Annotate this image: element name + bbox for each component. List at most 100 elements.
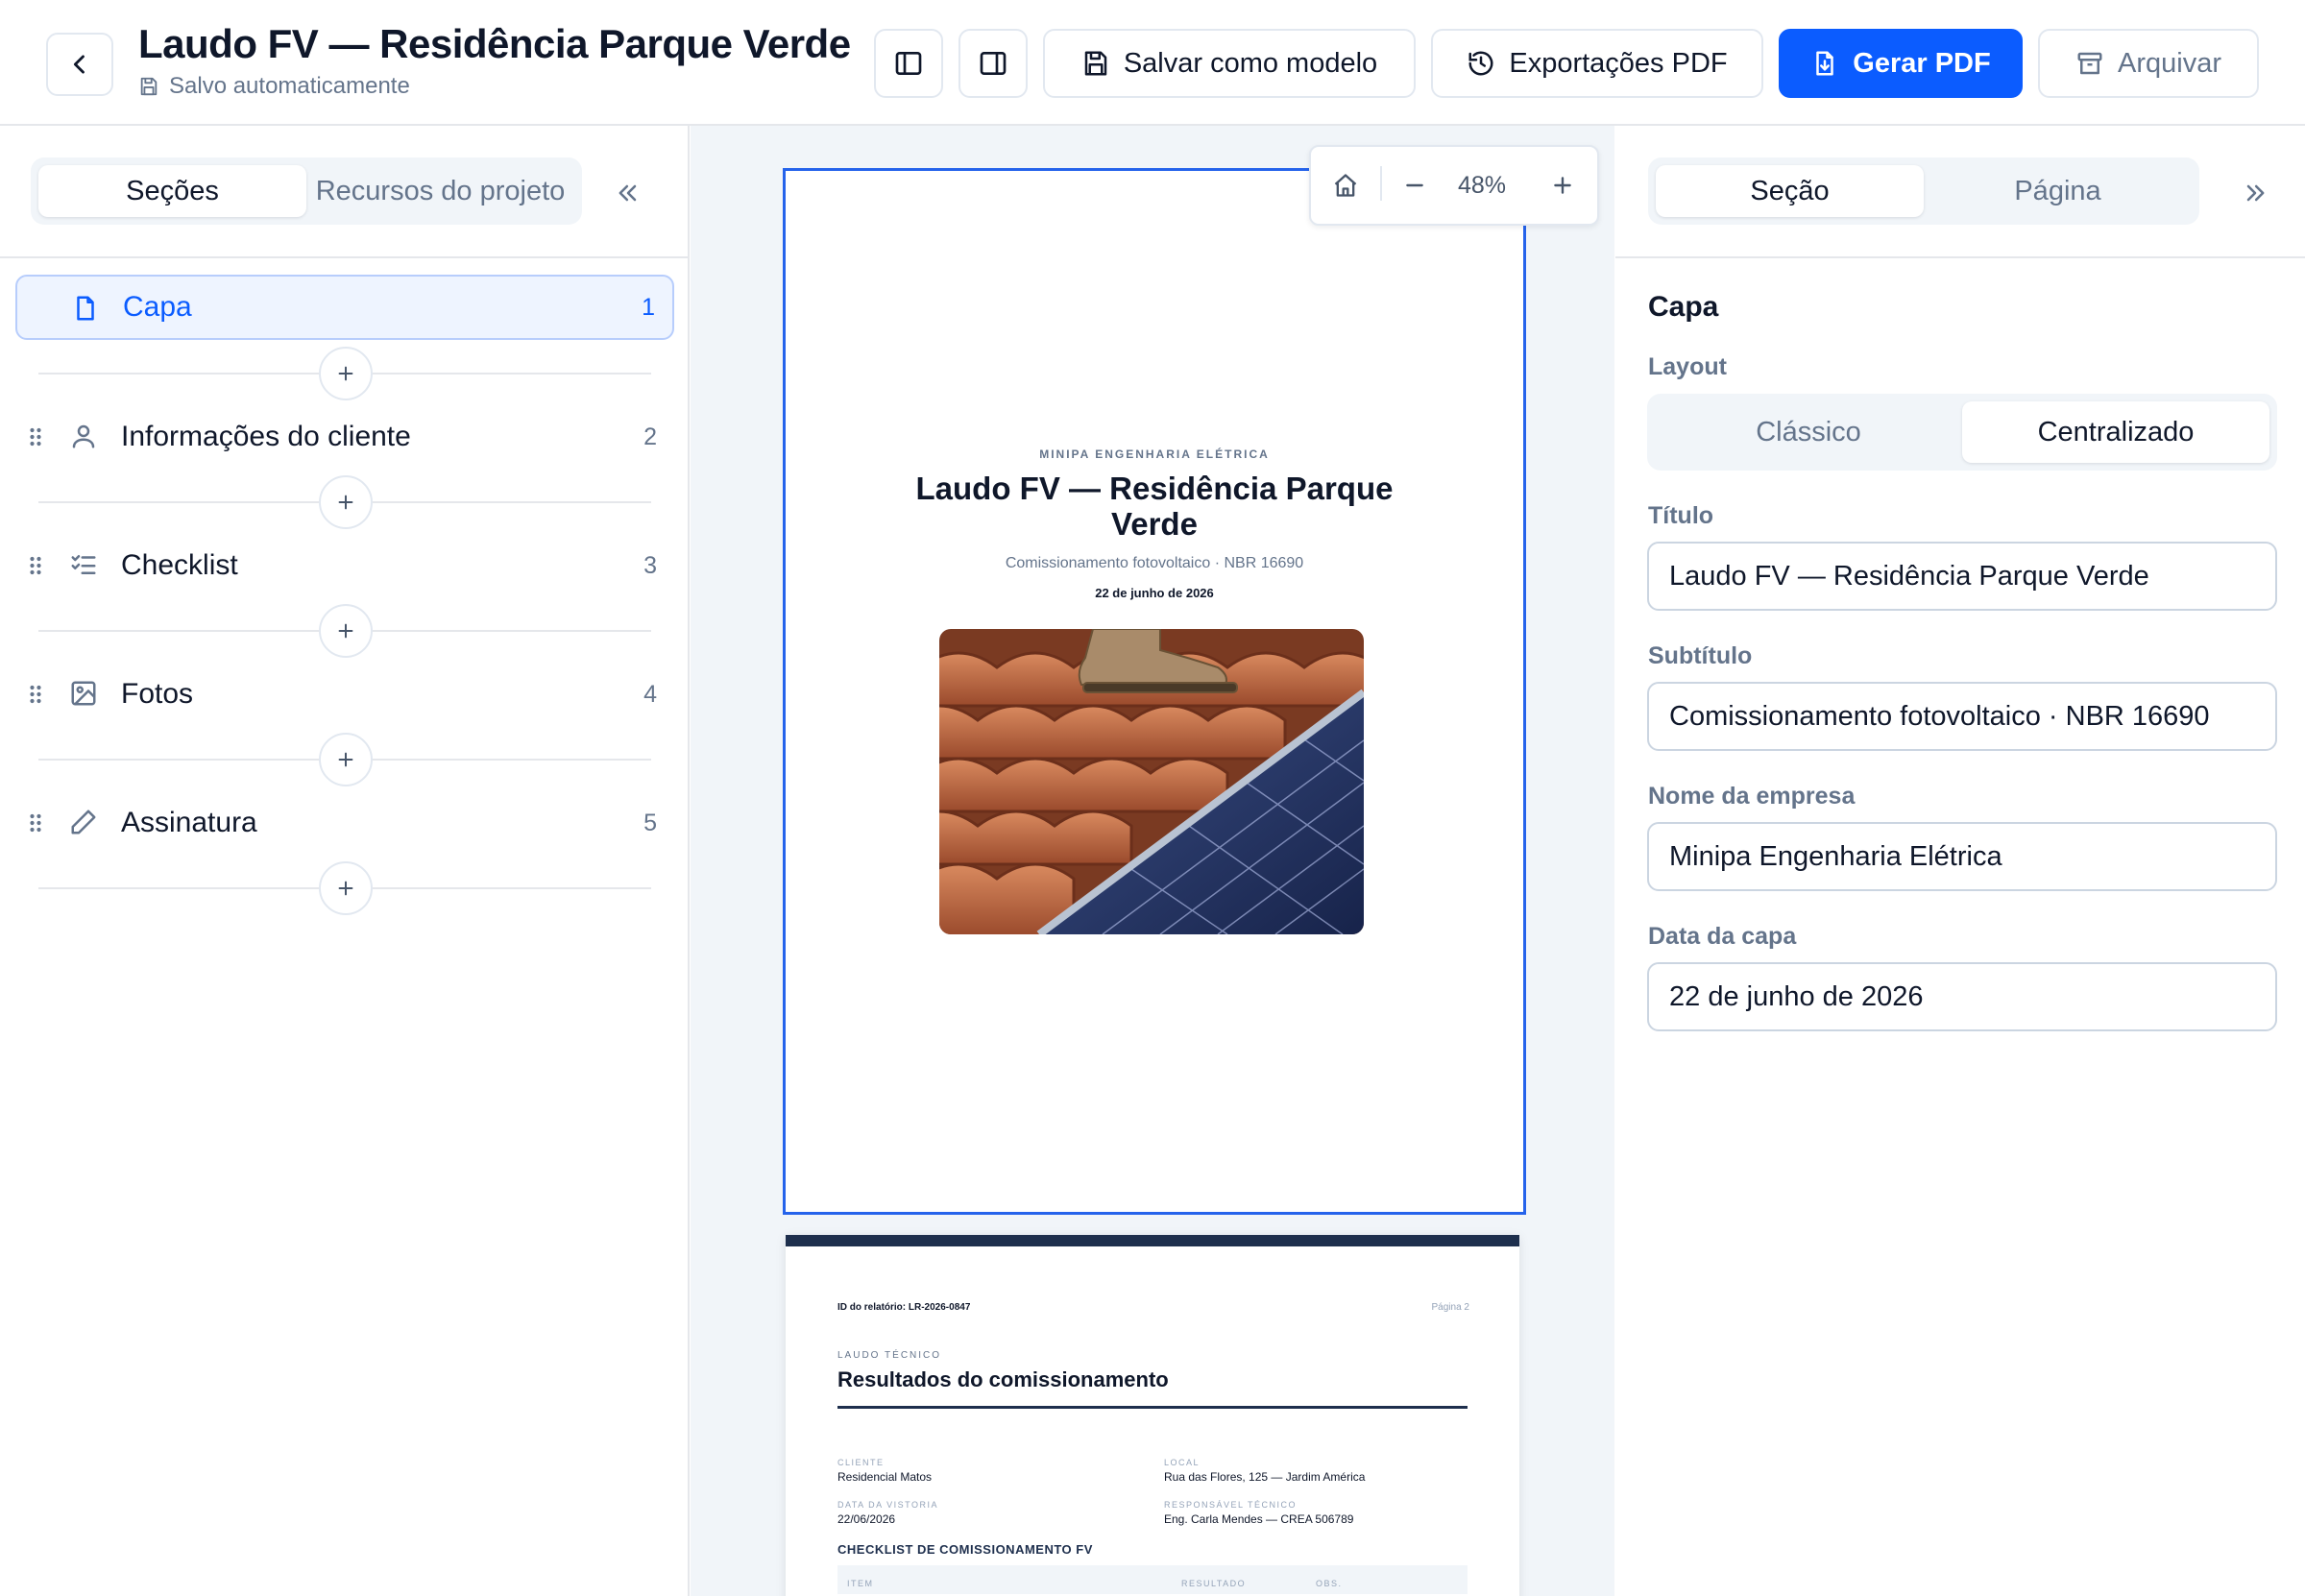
add-section-button[interactable] (319, 475, 373, 529)
drag-handle-icon[interactable] (25, 423, 46, 450)
tab-project-resources[interactable]: Recursos do projeto (306, 165, 574, 217)
save-icon (140, 77, 158, 96)
image-icon (71, 681, 96, 706)
add-section-row (38, 604, 651, 658)
sidebar-left-icon (895, 52, 922, 75)
history-icon (1468, 51, 1493, 76)
cover-date: 22 de junho de 2026 (1095, 586, 1214, 600)
section-number: 4 (643, 680, 657, 708)
cover-date-field[interactable]: 22 de junho de 2026 (1647, 962, 2277, 1031)
zoom-out-button[interactable] (1394, 164, 1436, 206)
subtitle-field-label: Subtítulo (1648, 642, 1753, 669)
file-download-icon (1816, 51, 1834, 76)
file-icon (77, 296, 94, 321)
section-title: Capa (1648, 291, 1719, 323)
layout-toggle: Clássico Centralizado (1647, 394, 2277, 471)
section-label: Capa (123, 291, 192, 323)
section-number: 2 (643, 423, 657, 450)
section-item-client-info[interactable]: Informações do cliente 2 (15, 404, 674, 470)
page-preview-cover[interactable]: MINIPA ENGENHARIA ELÉTRICA Laudo FV — Re… (783, 168, 1526, 1215)
document-title: Laudo FV — Residência Parque Verde (138, 21, 851, 66)
add-section-row (38, 733, 651, 786)
toggle-left-panel-button[interactable] (874, 29, 943, 98)
properties-panel: Seção Página Capa Layout Clássico Centra… (1615, 126, 2305, 1596)
save-as-template-button[interactable]: Salvar como modelo (1043, 29, 1416, 98)
archive-button[interactable]: Arquivar (2038, 29, 2259, 98)
checklist-table-header: ITEM RESULTADO OBS. (837, 1565, 1468, 1594)
section-item-signature[interactable]: Assinatura 5 (15, 790, 674, 856)
section-item-checklist[interactable]: Checklist 3 (15, 533, 674, 598)
page-preview-results[interactable]: ID do relatório: LR-2026-0847 Página 2 L… (786, 1235, 1519, 1596)
section-number: 3 (643, 551, 657, 579)
tab-page[interactable]: Página (1924, 165, 2192, 217)
page-kicker: LAUDO TÉCNICO (837, 1350, 942, 1361)
drag-handle-icon[interactable] (25, 810, 46, 836)
panel-divider (1615, 256, 2305, 258)
inspection-date-value: 22/06/2026 (837, 1512, 896, 1526)
zoom-in-button[interactable] (1541, 164, 1584, 206)
page-header-band (786, 1235, 1519, 1246)
archive-icon (2077, 52, 2102, 75)
layout-option-centered[interactable]: Centralizado (1962, 401, 2269, 463)
back-button[interactable] (46, 33, 113, 96)
generate-pdf-button[interactable]: Gerar PDF (1779, 29, 2023, 98)
chevron-left-icon (73, 55, 85, 74)
add-section-button[interactable] (319, 861, 373, 915)
chevrons-left-icon (619, 184, 637, 202)
add-section-button[interactable] (319, 347, 373, 400)
autosave-label: Salvo automaticamente (169, 73, 410, 99)
toggle-right-panel-button[interactable] (958, 29, 1028, 98)
left-panel-tabs: Seções Recursos do projeto (31, 157, 582, 225)
add-section-button[interactable] (319, 733, 373, 786)
save-as-template-label: Salvar como modelo (1123, 47, 1378, 79)
collapse-left-panel-button[interactable] (605, 170, 651, 216)
client-value: Residencial Matos (837, 1470, 933, 1484)
cover-title: Laudo FV — Residência Parque Verde (915, 471, 1394, 542)
pdf-exports-button[interactable]: Exportações PDF (1431, 29, 1763, 98)
section-label: Checklist (121, 549, 238, 581)
layout-label: Layout (1648, 353, 1727, 380)
collapse-right-panel-button[interactable] (2232, 170, 2278, 216)
col-item: ITEM (847, 1579, 874, 1588)
layout-option-classic[interactable]: Clássico (1655, 401, 1962, 463)
right-panel-tabs: Seção Página (1648, 157, 2199, 225)
title-field[interactable]: Laudo FV — Residência Parque Verde (1647, 542, 2277, 611)
drag-handle-icon[interactable] (25, 552, 46, 579)
location-value: Rua das Flores, 125 — Jardim América (1164, 1470, 1366, 1484)
section-label: Informações do cliente (121, 421, 411, 452)
user-icon (72, 424, 95, 448)
archive-label: Arquivar (2118, 47, 2221, 79)
add-section-button[interactable] (319, 604, 373, 658)
plus-icon (338, 881, 353, 896)
inspection-date-label: DATA DA VISTORIA (837, 1500, 939, 1510)
heading-rule (837, 1406, 1468, 1409)
checklist-title: CHECKLIST DE COMISSIONAMENTO FV (837, 1542, 1093, 1557)
preview-canvas[interactable]: MINIPA ENGENHARIA ELÉTRICA Laudo FV — Re… (691, 126, 1614, 1596)
section-number: 1 (642, 293, 655, 321)
checklist-icon (71, 555, 96, 574)
client-label: CLIENTE (837, 1458, 885, 1467)
subtitle-field[interactable]: Comissionamento fotovoltaico · NBR 16690 (1647, 682, 2277, 751)
zoom-separator (1380, 166, 1382, 201)
plus-icon (338, 366, 353, 381)
technician-value: Eng. Carla Mendes — CREA 506789 (1164, 1512, 1354, 1526)
report-id: ID do relatório: LR-2026-0847 (837, 1302, 971, 1313)
generate-pdf-label: Gerar PDF (1853, 47, 1991, 79)
section-label: Fotos (121, 678, 194, 710)
fit-page-button[interactable] (1324, 164, 1367, 206)
section-item-photos[interactable]: Fotos 4 (15, 662, 674, 727)
cover-company: MINIPA ENGENHARIA ELÉTRICA (1039, 447, 1270, 461)
tab-section[interactable]: Seção (1656, 165, 1924, 217)
col-result: RESULTADO (1181, 1579, 1247, 1588)
tab-sections[interactable]: Seções (38, 165, 306, 217)
plus-icon (338, 495, 353, 510)
autosave-status: Salvo automaticamente (138, 73, 410, 100)
section-item-capa[interactable]: Capa 1 (15, 275, 674, 340)
plus-icon (338, 752, 353, 767)
company-field[interactable]: Minipa Engenharia Elétrica (1647, 822, 2277, 891)
pencil-icon (71, 810, 96, 834)
plus-icon (338, 623, 353, 639)
section-number: 5 (643, 809, 657, 836)
title-field-label: Título (1648, 502, 1714, 529)
drag-handle-icon[interactable] (25, 681, 46, 708)
